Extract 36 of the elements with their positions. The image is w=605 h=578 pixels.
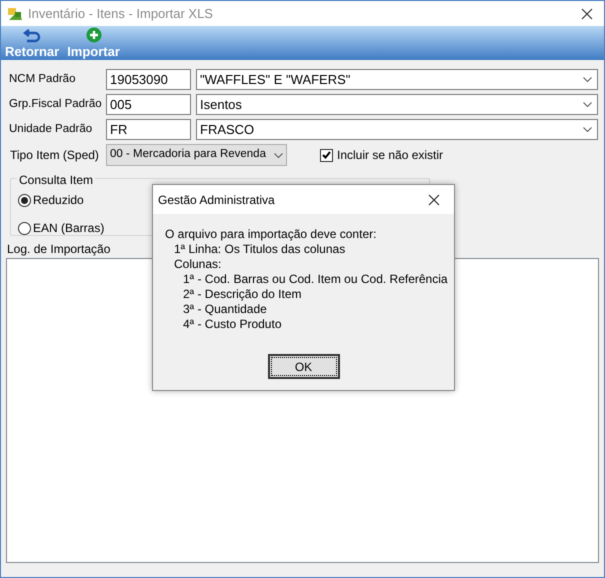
chevron-icon (274, 152, 283, 158)
message-line: 3ª - Quantidade (182, 302, 267, 317)
message-line: Colunas: (173, 257, 222, 272)
code-field[interactable]: FR (106, 119, 191, 140)
return-icon (23, 29, 42, 43)
dialog-title: Gestão Administrativa (158, 192, 276, 208)
field-label: Tipo Item (Sped) (9, 147, 100, 164)
field-label: NCM Padrão (8, 72, 76, 87)
close-icon[interactable] (428, 194, 440, 206)
message-line: 1ª Linha: Os Titulos das colunas (173, 242, 346, 257)
code-field[interactable]: 005 (106, 94, 191, 115)
message-line: 4ª - Custo Produto (182, 317, 282, 332)
close-icon[interactable] (581, 8, 593, 20)
chevron-icon (583, 102, 592, 107)
message-line: 2ª - Descrição do Item (182, 287, 302, 302)
type-dropdown[interactable]: 00 - Mercadoria para Revenda (106, 144, 287, 166)
app-icon (6, 6, 24, 22)
chevron-icon (583, 77, 592, 82)
description-dropdown[interactable]: FRASCO (196, 119, 598, 140)
ok-button[interactable]: OK (268, 354, 340, 379)
field-label: Unidade Padrão (8, 122, 94, 137)
window-title: Inventário - Itens - Importar XLS (28, 4, 213, 23)
field-label: Grp.Fiscal Padrão (8, 96, 103, 112)
radio-label: EAN (Barras) (33, 220, 104, 237)
radio-button[interactable] (18, 194, 31, 206)
code-field[interactable]: 19053090 (106, 69, 191, 90)
radio-button[interactable] (18, 222, 31, 234)
checkbox[interactable] (320, 148, 333, 162)
checkbox-label: Incluir se não existir (337, 147, 444, 164)
message-line: 1ª - Cod. Barras ou Cod. Item ou Cod. Referência (182, 272, 448, 287)
message-line: O arquivo para importação deve conter: (165, 227, 376, 242)
description-dropdown[interactable]: Isentos (196, 94, 598, 115)
description-dropdown[interactable]: "WAFFLES" E "WAFERS" (196, 69, 598, 90)
log-label: Log. de Importação (6, 241, 110, 258)
radio-label: Reduzido (33, 192, 84, 209)
chevron-icon (583, 127, 592, 132)
